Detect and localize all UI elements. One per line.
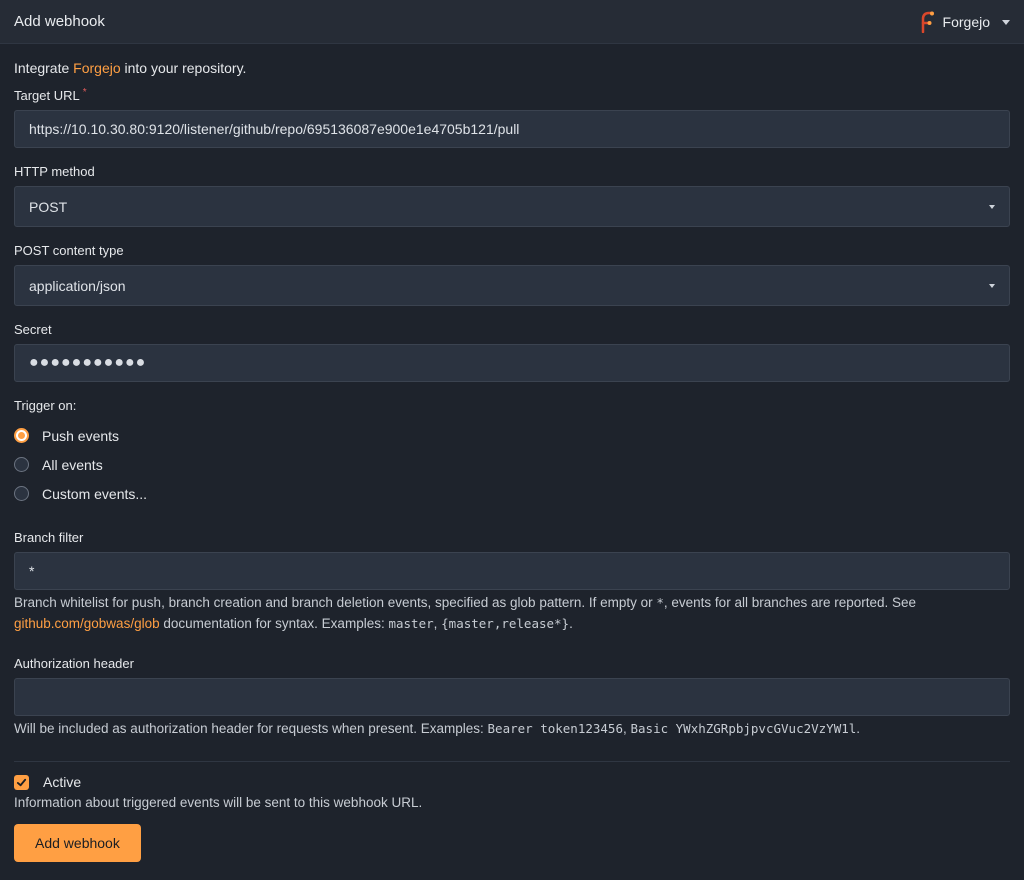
branch-filter-input[interactable]: * (14, 552, 1010, 590)
branch-filter-help: Branch whitelist for push, branch creati… (14, 595, 917, 631)
trigger-option-label: All events (42, 456, 103, 473)
trigger-option-label: Push events (42, 427, 120, 444)
trigger-option-push[interactable]: Push events (14, 421, 1010, 450)
secret-masked-value: ●●●●●●●●●●● (29, 354, 147, 371)
http-method-field: HTTP method POST (14, 164, 1010, 227)
forgejo-link[interactable]: Forgejo (73, 60, 120, 76)
radio-unchecked-icon[interactable] (14, 486, 29, 501)
trigger-options: Push events All events Custom events... (14, 421, 1010, 508)
content-type-field: POST content type application/json (14, 243, 1010, 306)
secret-field: Secret ●●●●●●●●●●● (14, 322, 1010, 382)
radio-checked-icon[interactable] (14, 428, 29, 443)
target-url-label: Target URL * (14, 87, 87, 104)
trigger-label: Trigger on: (14, 398, 77, 413)
webhook-form: Integrate Forgejo into your repository. … (0, 44, 1024, 862)
auth-header-label: Authorization header (14, 656, 134, 671)
secret-label: Secret (14, 322, 52, 337)
active-toggle[interactable]: Active (14, 774, 1010, 790)
active-label: Active (43, 774, 82, 790)
active-help: Information about triggered events will … (14, 795, 423, 810)
intro-text: Integrate Forgejo into your repository. (14, 60, 247, 76)
trigger-option-custom[interactable]: Custom events... (14, 479, 1010, 508)
forgejo-logo-icon (921, 11, 934, 33)
http-method-select[interactable]: POST (14, 186, 1010, 227)
auth-header-field: Authorization header Will be included as… (14, 656, 1010, 739)
divider (14, 761, 1010, 762)
trigger-option-all[interactable]: All events (14, 450, 1010, 479)
content-type-label: POST content type (14, 243, 124, 258)
branch-filter-field: Branch filter * Branch whitelist for pus… (14, 530, 1010, 634)
chevron-down-icon (989, 204, 995, 209)
user-menu[interactable]: Forgejo (919, 11, 1010, 33)
checkbox-checked-icon[interactable] (14, 774, 29, 790)
http-method-label: HTTP method (14, 164, 95, 179)
trigger-option-label: Custom events... (42, 485, 148, 502)
check-icon (16, 778, 27, 786)
content-type-select[interactable]: application/json (14, 265, 1010, 306)
auth-header-help: Will be included as authorization header… (14, 721, 861, 736)
required-mark: * (82, 87, 87, 98)
add-webhook-button[interactable]: Add webhook (14, 824, 141, 862)
trigger-field: Trigger on: Push events All events Custo… (14, 398, 1010, 508)
auth-header-input[interactable] (14, 678, 1010, 716)
chevron-down-icon (989, 283, 995, 288)
content-type-value: application/json (29, 277, 126, 294)
radio-unchecked-icon[interactable] (14, 457, 29, 472)
page-title: Add webhook (14, 13, 105, 30)
http-method-value: POST (29, 198, 68, 215)
secret-input[interactable]: ●●●●●●●●●●● (14, 344, 1010, 382)
page-header: Add webhook Forgejo (0, 0, 1024, 44)
target-url-field: Target URL * https://10.10.30.80:9120/lis… (14, 88, 1010, 148)
user-name[interactable]: Forgejo (943, 14, 990, 30)
branch-filter-label: Branch filter (14, 530, 84, 545)
target-url-input[interactable]: https://10.10.30.80:9120/listener/github… (14, 110, 1010, 148)
glob-docs-link[interactable]: github.com/gobwas/glob (14, 616, 160, 631)
chevron-down-icon[interactable] (1002, 20, 1010, 25)
